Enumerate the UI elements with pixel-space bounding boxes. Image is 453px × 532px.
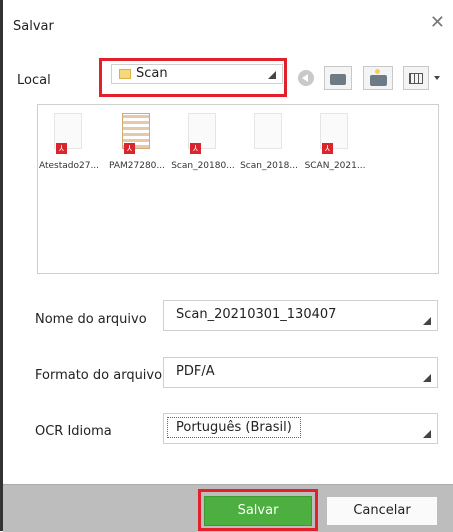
view-dropdown-icon[interactable] bbox=[434, 76, 440, 80]
file-item[interactable]: ⅄ PAM27280... bbox=[104, 113, 170, 185]
dropdown-arrow-icon bbox=[423, 374, 431, 382]
file-thumbnail bbox=[254, 113, 282, 149]
file-name: Atestado27... bbox=[38, 161, 100, 171]
ocr-language-label: OCR Idioma bbox=[35, 424, 112, 439]
filename-label: Nome do arquivo bbox=[35, 312, 147, 327]
view-menu-button[interactable] bbox=[403, 66, 429, 90]
file-name: Scan_20180... bbox=[171, 161, 235, 171]
new-folder-icon bbox=[370, 75, 387, 86]
file-name: Scan_2018... bbox=[240, 161, 298, 171]
file-list: ⅄ Atestado27... ⅄ PAM27280... ⅄ Scan_201… bbox=[37, 104, 439, 274]
ocr-language-value: Português (Brasil) bbox=[167, 417, 301, 438]
save-highlight bbox=[198, 489, 318, 531]
up-folder-button[interactable] bbox=[324, 66, 352, 90]
grid-view-icon bbox=[409, 73, 423, 84]
filename-input[interactable]: Scan_20210301_130407 bbox=[163, 300, 438, 331]
file-item[interactable]: ⅄ Scan_20180... bbox=[170, 113, 236, 185]
pdf-icon: ⅄ bbox=[322, 143, 333, 154]
location-label: Local bbox=[17, 73, 51, 88]
ocr-language-select[interactable]: Português (Brasil) bbox=[163, 413, 438, 444]
cancel-button[interactable]: Cancelar bbox=[326, 496, 438, 526]
format-value: PDF/A bbox=[176, 364, 215, 379]
filename-value: Scan_20210301_130407 bbox=[176, 307, 337, 322]
file-item[interactable]: Scan_2018... bbox=[236, 113, 302, 185]
dropdown-arrow-icon bbox=[423, 430, 431, 438]
up-folder-icon bbox=[330, 74, 346, 85]
format-label: Formato do arquivo bbox=[35, 368, 163, 383]
pdf-icon: ⅄ bbox=[56, 143, 67, 154]
file-name: SCAN_2021... bbox=[304, 161, 366, 171]
file-item[interactable]: ⅄ SCAN_2021... bbox=[302, 113, 368, 185]
title-bar: Salvar ✕ bbox=[3, 0, 453, 46]
close-icon[interactable]: ✕ bbox=[430, 12, 445, 33]
location-highlight bbox=[99, 58, 287, 97]
dialog-title: Salvar bbox=[13, 19, 54, 34]
back-icon[interactable] bbox=[298, 70, 314, 86]
pdf-icon: ⅄ bbox=[190, 143, 201, 154]
file-item[interactable]: ⅄ Atestado27... bbox=[36, 113, 102, 185]
new-folder-button[interactable] bbox=[363, 66, 393, 90]
format-select[interactable]: PDF/A bbox=[163, 357, 438, 388]
pdf-icon: ⅄ bbox=[124, 143, 135, 154]
file-name: PAM27280... bbox=[109, 161, 165, 171]
resize-grip-icon bbox=[423, 317, 431, 325]
save-dialog: Salvar ✕ Local Scan ⅄ Atestado27... ⅄ PA… bbox=[0, 0, 453, 532]
